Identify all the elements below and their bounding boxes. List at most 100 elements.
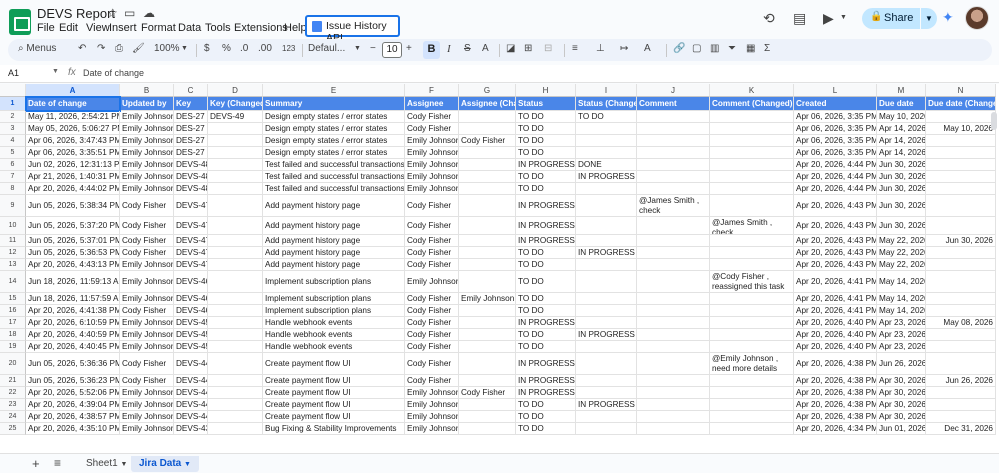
table-cell[interactable] <box>208 293 263 305</box>
table-cell[interactable]: Create payment flow UI <box>263 387 405 399</box>
table-cell[interactable]: Apr 06, 2026, 3:35 PM <box>794 135 877 147</box>
table-cell[interactable]: Create payment flow UI <box>263 353 405 375</box>
table-cell[interactable]: TO DO <box>516 271 576 293</box>
row-header[interactable]: 15 <box>0 293 26 305</box>
row-header[interactable]: 17 <box>0 317 26 329</box>
table-cell[interactable] <box>459 235 516 247</box>
table-cell[interactable]: Apr 30, 2026 <box>877 399 926 411</box>
text-wrapping-icon[interactable]: ↦ <box>620 43 628 54</box>
table-cell[interactable] <box>637 341 710 353</box>
table-cell[interactable]: Apr 30, 2026 <box>877 411 926 423</box>
table-cell[interactable]: Emily Johnson <box>120 147 174 159</box>
table-cell[interactable]: Apr 20, 2026, 4:44 PM <box>794 171 877 183</box>
table-cell[interactable]: DEVS-46 <box>174 271 208 293</box>
font-select[interactable]: Defaul... <box>308 43 345 54</box>
table-cell[interactable]: May 22, 2026 <box>877 259 926 271</box>
table-cell[interactable] <box>208 341 263 353</box>
table-cell[interactable]: Apr 20, 2026, 4:41 PM <box>794 271 877 293</box>
table-cell[interactable] <box>926 387 996 399</box>
table-cell[interactable] <box>637 183 710 195</box>
table-cell[interactable] <box>637 317 710 329</box>
table-cell[interactable]: May 05, 2026, 5:06:27 PM <box>26 123 120 135</box>
table-cell[interactable]: Add payment history page <box>263 217 405 235</box>
print-icon[interactable]: ⎙ <box>115 43 123 54</box>
table-cell[interactable]: Test failed and successful transactions <box>263 159 405 171</box>
redo-icon[interactable]: ↷ <box>97 43 105 54</box>
row-header[interactable]: 2 <box>0 111 26 123</box>
table-cell[interactable]: TO DO <box>516 247 576 259</box>
table-cell[interactable]: May 10, 2026 <box>877 111 926 123</box>
table-cell[interactable]: Cody Fisher <box>120 217 174 235</box>
table-cell[interactable]: Apr 23, 2026 <box>877 317 926 329</box>
table-cell[interactable]: Design empty states / error states <box>263 123 405 135</box>
table-cell[interactable]: TO DO <box>516 423 576 435</box>
menu-help[interactable]: Help <box>284 22 307 34</box>
table-cell[interactable] <box>637 217 710 235</box>
table-cell[interactable] <box>710 171 794 183</box>
table-cell[interactable]: Cody Fisher <box>459 135 516 147</box>
column-header[interactable]: C <box>174 84 208 97</box>
table-cell[interactable]: Jun 05, 2026, 5:36:53 PM <box>26 247 120 259</box>
table-cell[interactable] <box>576 341 637 353</box>
table-cell[interactable]: Cody Fisher <box>120 235 174 247</box>
table-cell[interactable] <box>710 329 794 341</box>
table-cell[interactable]: Apr 21, 2026, 1:40:31 PM <box>26 171 120 183</box>
table-cell[interactable]: DEVS-43 <box>174 423 208 435</box>
table-cell[interactable] <box>459 329 516 341</box>
table-cell[interactable]: Apr 20, 2026, 4:38 PM <box>794 411 877 423</box>
table-cell[interactable] <box>637 353 710 375</box>
gemini-icon[interactable]: ✦ <box>942 9 954 26</box>
filter-icon[interactable]: ⏷ <box>728 43 736 54</box>
star-icon[interactable]: ☆ <box>107 6 118 20</box>
table-cell[interactable]: Design empty states / error states <box>263 135 405 147</box>
table-cell[interactable] <box>926 271 996 293</box>
table-cell[interactable] <box>459 183 516 195</box>
table-cell[interactable] <box>576 293 637 305</box>
column-header[interactable]: I <box>576 84 637 97</box>
table-cell[interactable]: May 14, 2026 <box>877 305 926 317</box>
table-cell[interactable]: Implement subscription plans <box>263 293 405 305</box>
table-cell[interactable]: Jun 05, 2026, 5:37:20 PM <box>26 217 120 235</box>
column-header[interactable]: F <box>405 84 459 97</box>
table-cell[interactable] <box>208 375 263 387</box>
table-cell[interactable] <box>637 111 710 123</box>
header-cell[interactable]: Summary <box>263 97 405 111</box>
table-cell[interactable]: Apr 20, 2026, 4:38:57 PM <box>26 411 120 423</box>
table-cell[interactable] <box>459 259 516 271</box>
table-cell[interactable] <box>208 423 263 435</box>
table-cell[interactable]: Handle webhook events <box>263 329 405 341</box>
table-cell[interactable]: @Cody Fisher , reassigned this task <box>710 271 794 293</box>
table-cell[interactable]: May 11, 2026, 2:54:21 PM <box>26 111 120 123</box>
table-cell[interactable]: Emily Johnson <box>405 387 459 399</box>
table-cell[interactable] <box>637 159 710 171</box>
table-cell[interactable]: Add payment history page <box>263 247 405 259</box>
table-cell[interactable] <box>926 305 996 317</box>
table-cell[interactable]: Jun 26, 2026 <box>877 353 926 375</box>
row-header[interactable]: 12 <box>0 247 26 259</box>
table-cell[interactable]: Apr 20, 2026, 4:41 PM <box>794 305 877 317</box>
zoom-select[interactable]: 100% <box>154 43 180 54</box>
table-cell[interactable]: Emily Johnson <box>120 111 174 123</box>
vertical-scrollbar[interactable] <box>991 112 997 130</box>
row-header[interactable]: 10 <box>0 217 26 235</box>
table-cell[interactable]: IN PROGRESS <box>576 399 637 411</box>
insert-comment-icon[interactable]: ▢ <box>692 43 701 54</box>
table-cell[interactable]: Apr 20, 2026, 4:40 PM <box>794 317 877 329</box>
table-cell[interactable] <box>459 305 516 317</box>
chevron-down-icon[interactable]: ▼ <box>840 14 847 21</box>
increase-font-size-button[interactable]: + <box>406 43 412 54</box>
table-cell[interactable]: Emily Johnson <box>120 329 174 341</box>
table-cell[interactable] <box>710 183 794 195</box>
table-cell[interactable]: Emily Johnson <box>459 293 516 305</box>
table-cell[interactable]: Cody Fisher <box>405 235 459 247</box>
search-menus-button[interactable]: ⌕ Menus <box>18 43 56 54</box>
table-cell[interactable]: Apr 06, 2026, 3:35 PM <box>794 147 877 159</box>
table-cell[interactable]: Apr 23, 2026 <box>877 329 926 341</box>
table-cell[interactable] <box>926 353 996 375</box>
table-cell[interactable]: Apr 20, 2026, 6:10:59 PM <box>26 317 120 329</box>
table-cell[interactable] <box>926 195 996 217</box>
column-header[interactable]: K <box>710 84 794 97</box>
table-cell[interactable] <box>208 217 263 235</box>
table-cell[interactable] <box>459 111 516 123</box>
header-cell[interactable]: Due date (Changed) <box>926 97 996 111</box>
